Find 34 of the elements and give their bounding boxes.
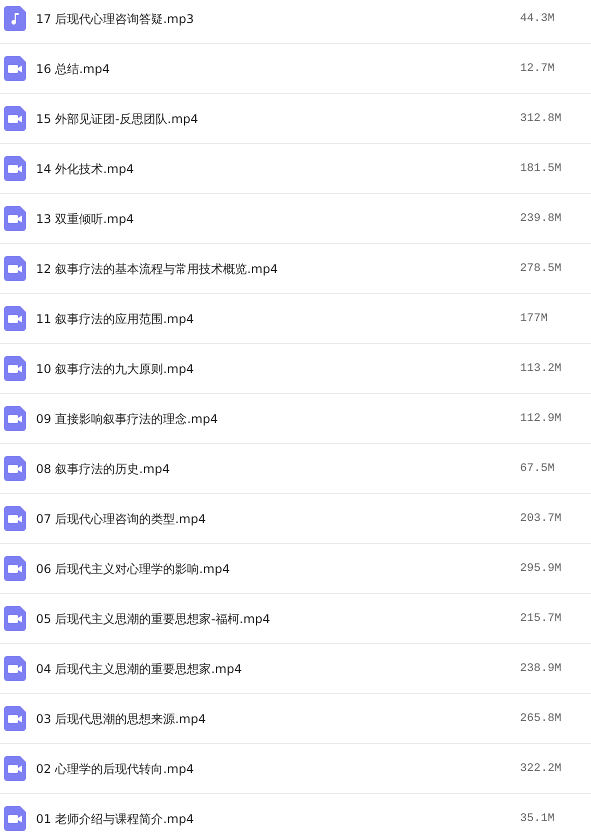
file-size: 12.7M bbox=[520, 60, 555, 77]
file-size: 112.9M bbox=[520, 410, 562, 427]
file-name[interactable]: 12 叙事疗法的基本流程与常用技术概览.mp4 bbox=[36, 260, 520, 278]
file-size: 312.8M bbox=[520, 110, 562, 127]
file-name[interactable]: 03 后现代思潮的思想来源.mp4 bbox=[36, 710, 520, 728]
file-name[interactable]: 09 直接影响叙事疗法的理念.mp4 bbox=[36, 410, 520, 428]
file-name[interactable]: 01 老师介绍与课程简介.mp4 bbox=[36, 810, 520, 828]
file-size: 35.1M bbox=[520, 810, 555, 827]
file-name[interactable]: 14 外化技术.mp4 bbox=[36, 160, 520, 178]
file-name[interactable]: 16 总结.mp4 bbox=[36, 60, 520, 78]
file-name[interactable]: 08 叙事疗法的历史.mp4 bbox=[36, 460, 520, 478]
file-name[interactable]: 06 后现代主义对心理学的影响.mp4 bbox=[36, 560, 520, 578]
file-size: 238.9M bbox=[520, 660, 562, 677]
file-name[interactable]: 15 外部见证团-反思团队.mp4 bbox=[36, 110, 520, 128]
file-size: 265.8M bbox=[520, 710, 562, 727]
file-name[interactable]: 11 叙事疗法的应用范围.mp4 bbox=[36, 310, 520, 328]
file-size: 203.7M bbox=[520, 510, 562, 527]
file-name[interactable]: 17 后现代心理咨询答疑.mp3 bbox=[36, 10, 520, 28]
file-size: 322.2M bbox=[520, 760, 562, 777]
file-size: 278.5M bbox=[520, 260, 562, 277]
file-size: 44.3M bbox=[520, 10, 555, 27]
file-size: 181.5M bbox=[520, 160, 562, 177]
file-size: 295.9M bbox=[520, 560, 562, 577]
file-size: 113.2M bbox=[520, 360, 562, 377]
file-name[interactable]: 13 双重倾听.mp4 bbox=[36, 210, 520, 228]
file-size: 67.5M bbox=[520, 460, 555, 477]
file-size: 215.7M bbox=[520, 610, 562, 627]
file-name[interactable]: 07 后现代心理咨询的类型.mp4 bbox=[36, 510, 520, 528]
file-name[interactable]: 10 叙事疗法的九大原则.mp4 bbox=[36, 360, 520, 378]
file-size: 177M bbox=[520, 310, 548, 327]
file-size: 239.8M bbox=[520, 210, 562, 227]
file-name[interactable]: 04 后现代主义思潮的重要思想家.mp4 bbox=[36, 660, 520, 678]
file-name[interactable]: 05 后现代主义思潮的重要思想家-福柯.mp4 bbox=[36, 610, 520, 628]
file-name[interactable]: 02 心理学的后现代转向.mp4 bbox=[36, 760, 520, 778]
